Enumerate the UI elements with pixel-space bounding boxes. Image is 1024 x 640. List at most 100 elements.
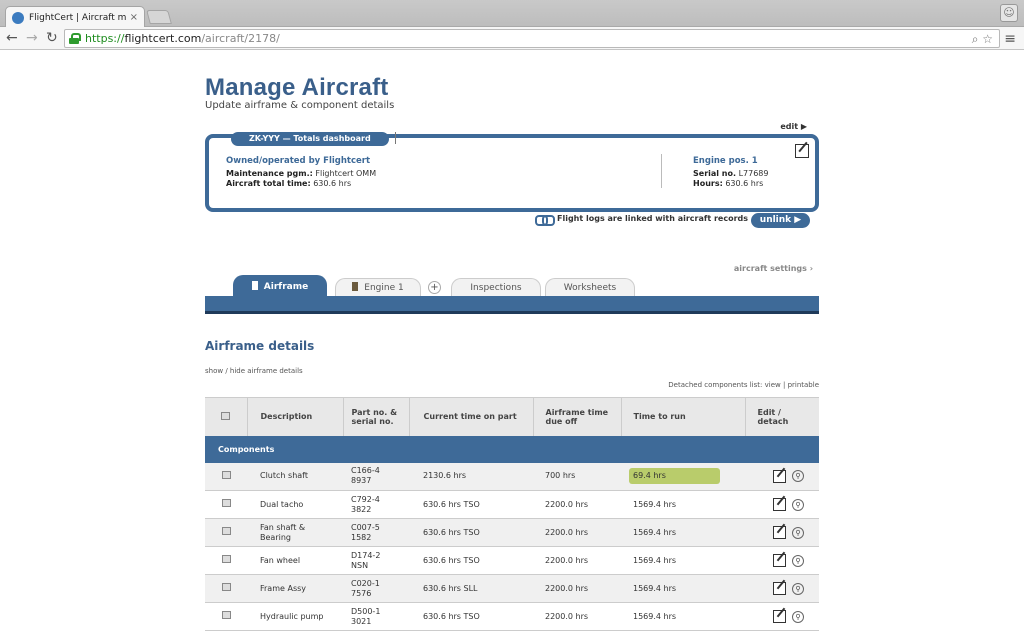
table-row[interactable]: Fan wheel D174-2 NSN 630.6 hrs TSO 2200.0 hr…: [205, 546, 819, 575]
header-select-all[interactable]: [205, 397, 248, 436]
table-row[interactable]: Fan shaft & Bearing C007-5 1582 630.6 hrs T…: [205, 518, 819, 547]
tab-worksheets[interactable]: Worksheets: [545, 278, 635, 296]
address-bar[interactable]: https:// flightcert.com /aircraft/2178/ …: [64, 29, 1000, 48]
table-row[interactable]: Dual tacho C792-4 3822 630.6 hrs TSO 2200.0 …: [205, 490, 819, 519]
row-select-cell[interactable]: [205, 518, 247, 547]
row-select-cell[interactable]: [205, 490, 247, 519]
pgm-value: Flightcert OMM: [315, 169, 377, 178]
table-row[interactable]: Frame Assy C020-1 7576 630.6 hrs SLL 2200.0 …: [205, 574, 819, 603]
header-description[interactable]: Description: [247, 397, 344, 436]
row-checkbox[interactable]: [221, 583, 231, 591]
header-time-to-run[interactable]: Time to run: [621, 397, 746, 436]
row-actions: ⚲: [745, 518, 819, 547]
header-edit-detach: Edit / detach: [745, 397, 819, 436]
engine-doc-icon: [352, 282, 359, 291]
edit-icon[interactable]: [773, 526, 786, 539]
table-row[interactable]: Clutch shaft C166-4 8937 2130.6 hrs 700 hrs 6…: [205, 462, 819, 491]
serial-number: 3021: [351, 616, 372, 626]
row-actions: ⚲: [745, 490, 819, 519]
detached-printable-link[interactable]: printable: [788, 381, 819, 389]
serial-number: 7576: [351, 588, 372, 598]
tab-airframe[interactable]: Airframe: [233, 275, 327, 297]
browser-toolbar: ← → ↻ https:// flightcert.com /aircraft/…: [0, 27, 1024, 50]
browser-tabstrip: FlightCert | Aircraft mainte × ☺: [0, 0, 1024, 28]
tabs-bar: [205, 296, 819, 311]
edit-icon[interactable]: [773, 554, 786, 567]
lock-icon: [69, 33, 81, 44]
time-to-run: 1569.4 hrs: [633, 499, 677, 509]
edit-link[interactable]: edit ▶: [780, 122, 807, 131]
new-tab-button[interactable]: [146, 10, 172, 24]
row-checkbox[interactable]: [221, 499, 231, 507]
dashboard-tab-label: ZK-YYY — Totals dashboard: [231, 132, 389, 146]
browser-tab[interactable]: FlightCert | Aircraft mainte ×: [5, 6, 145, 28]
part-number: D174-2: [351, 550, 381, 560]
part-number: C792-4: [351, 494, 380, 504]
total-time-value: 630.6 hrs: [313, 179, 352, 188]
dashboard-edit-icon[interactable]: [795, 144, 809, 158]
dashboard-separator: [661, 154, 662, 188]
detach-icon[interactable]: ⚲: [792, 498, 804, 511]
edit-icon[interactable]: [773, 469, 786, 483]
aircraft-settings-link[interactable]: aircraft settings ›: [734, 264, 813, 273]
browser-menu-icon[interactable]: ≡: [1004, 31, 1016, 47]
edit-icon[interactable]: [773, 582, 786, 595]
row-checkbox[interactable]: [221, 527, 231, 535]
time-to-run: 1569.4 hrs: [633, 555, 677, 565]
component-description: Clutch shaft: [247, 462, 343, 491]
component-part-no: C007-5 1582: [343, 518, 409, 547]
row-select-cell[interactable]: [205, 574, 247, 603]
detached-view-link[interactable]: view: [765, 381, 781, 389]
row-checkbox[interactable]: [221, 611, 231, 619]
category-row: Components: [205, 435, 819, 463]
edit-icon[interactable]: [773, 498, 786, 511]
forward-icon[interactable]: →: [26, 30, 38, 46]
time-to-run: 1569.4 hrs: [633, 583, 677, 593]
tab-inspections[interactable]: Inspections: [451, 278, 541, 296]
close-tab-icon[interactable]: ×: [130, 12, 138, 23]
add-tab-icon[interactable]: +: [428, 281, 441, 294]
component-part-no: C020-1 7576: [343, 574, 409, 603]
reload-icon[interactable]: ↻: [46, 30, 58, 46]
due-off: 2200.0 hrs: [533, 518, 621, 547]
time-to-run: 69.4 hrs: [629, 468, 720, 485]
detached-components: Detached components list: view | printab…: [668, 381, 819, 389]
row-checkbox[interactable]: [221, 555, 231, 563]
tab-engine-1-label: Engine 1: [364, 283, 404, 293]
dashboard-engine-info: Engine pos. 1 Serial no. L77689 Hours: 6…: [693, 156, 768, 189]
component-description: Hydraulic pump: [247, 602, 343, 631]
header-part-no[interactable]: Part no. & serial no.: [343, 397, 410, 436]
header-current-time[interactable]: Current time on part: [409, 397, 534, 436]
row-select-cell[interactable]: [205, 602, 247, 631]
detach-icon[interactable]: ⚲: [792, 470, 804, 483]
time-to-run-cell: 1569.4 hrs: [621, 602, 745, 631]
show-hide-details-link[interactable]: show / hide airframe details: [205, 367, 303, 375]
row-select-cell[interactable]: [205, 462, 247, 491]
section-title: Airframe details: [205, 339, 315, 353]
component-description: Fan shaft & Bearing: [247, 518, 343, 547]
table-row[interactable]: Hydraulic pump D500-1 3021 630.6 hrs TSO 220…: [205, 602, 819, 631]
row-checkbox[interactable]: [221, 470, 231, 479]
zoom-bookmark-icons[interactable]: ⌕ ☆: [972, 32, 993, 47]
select-all-checkbox[interactable]: [221, 411, 231, 420]
back-icon[interactable]: ←: [6, 30, 18, 46]
time-to-run: 1569.4 hrs: [633, 527, 677, 537]
header-due-off[interactable]: Airframe time due off: [533, 397, 622, 436]
totals-dashboard: ZK-YYY — Totals dashboard Owned/operated…: [205, 132, 819, 212]
unlink-button[interactable]: unlink ▶: [751, 213, 810, 228]
time-to-run-cell: 69.4 hrs: [621, 462, 745, 491]
detach-icon[interactable]: ⚲: [792, 526, 804, 539]
tab-engine-1[interactable]: Engine 1: [335, 278, 421, 296]
current-time: 630.6 hrs TSO: [409, 518, 533, 547]
component-part-no: C792-4 3822: [343, 490, 409, 519]
detach-icon[interactable]: ⚲: [792, 554, 804, 567]
detach-icon[interactable]: ⚲: [792, 610, 804, 623]
edit-icon[interactable]: [773, 610, 786, 623]
profile-icon[interactable]: ☺: [1000, 4, 1018, 22]
page-subtitle: Update airframe & component details: [205, 100, 395, 111]
detach-icon[interactable]: ⚲: [792, 582, 804, 595]
serial-number: 1582: [351, 532, 372, 542]
row-select-cell[interactable]: [205, 546, 247, 575]
time-to-run-cell: 1569.4 hrs: [621, 546, 745, 575]
component-description: Frame Assy: [247, 574, 343, 603]
